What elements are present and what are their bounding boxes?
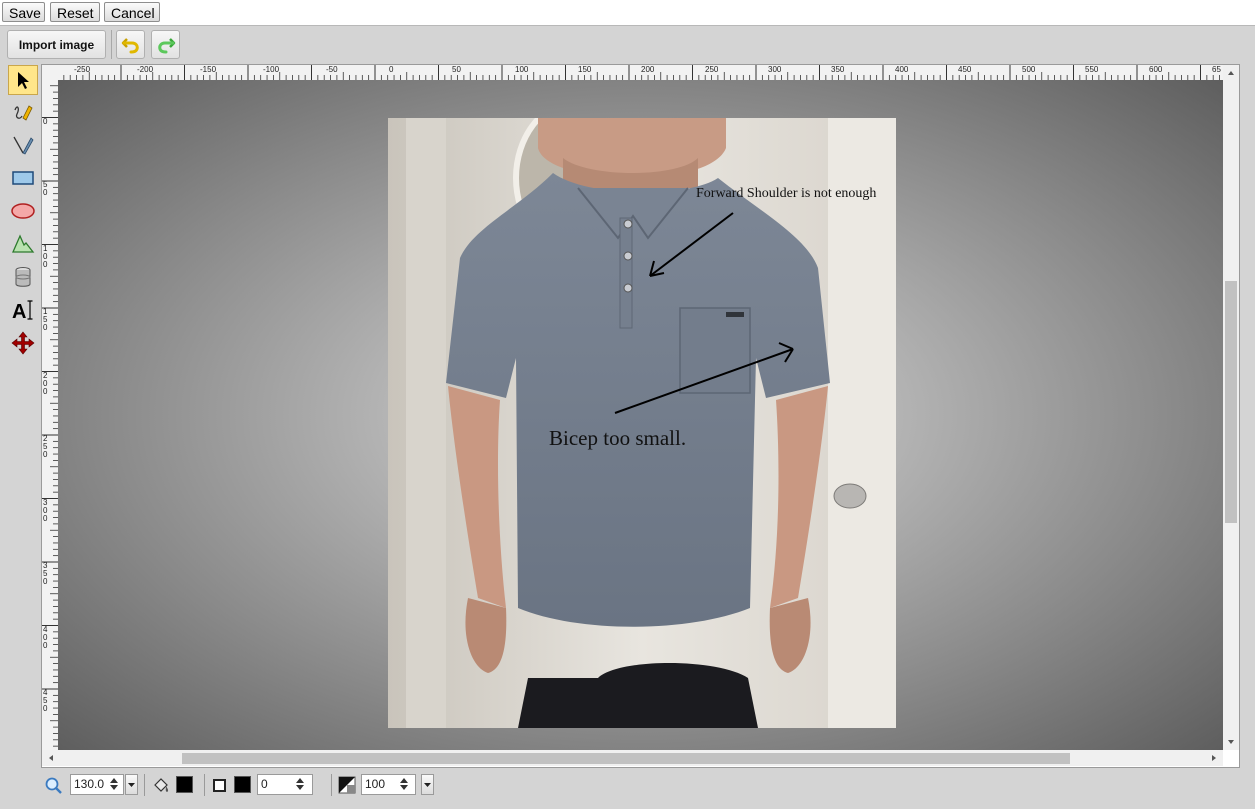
opacity-dropdown-button[interactable] (421, 774, 434, 795)
ruler-label: 4 5 0 (43, 688, 48, 713)
ruler-label: 1 5 0 (43, 307, 48, 332)
ruler-label: 250 (705, 65, 719, 74)
shoulder-arrow[interactable] (630, 205, 745, 290)
shoulder-annotation[interactable]: Forward Shoulder is not enough (696, 186, 876, 202)
zoom-icon (45, 777, 62, 794)
top-bar: Save Reset Cancel (0, 0, 1255, 26)
scroll-up-icon[interactable] (1223, 67, 1239, 79)
stroke-style-icon (213, 779, 226, 792)
cancel-button[interactable]: Cancel (104, 2, 160, 22)
fill-color-swatch[interactable] (176, 776, 193, 793)
ruler-label: 1 0 0 (43, 244, 48, 269)
save-button[interactable]: Save (2, 2, 45, 22)
text-icon: A (12, 300, 33, 322)
vertical-ruler: 0 5 0 1 0 0 1 5 0 2 0 0 2 5 0 3 0 0 3 5 … (42, 80, 59, 750)
undo-button[interactable] (116, 30, 145, 59)
chevron-down-icon (128, 783, 135, 787)
opacity-value: 100 (365, 777, 386, 791)
move-arrows-icon (11, 331, 35, 355)
ruler-label: 0 (43, 117, 48, 126)
move-tool-button[interactable] (8, 328, 38, 358)
reset-button[interactable]: Reset (50, 2, 100, 22)
fill-bucket-icon (154, 778, 169, 792)
ruler-label: -50 (326, 65, 338, 74)
horizontal-scroll-thumb[interactable] (182, 753, 1070, 764)
toolbar-divider (111, 30, 112, 59)
shape-library-tool-button[interactable] (8, 262, 38, 292)
tool-palette: A (5, 64, 41, 364)
stroke-width-stepper-icon[interactable] (294, 776, 306, 792)
redo-icon (157, 37, 175, 53)
ruler-label: 400 (895, 65, 909, 74)
bottom-divider (204, 774, 205, 796)
ruler-label: 4 0 0 (43, 625, 48, 650)
pencil-icon (14, 105, 33, 121)
bottom-divider (144, 774, 145, 796)
ruler-label: 600 (1149, 65, 1163, 74)
ruler-label: 2 0 0 (43, 371, 48, 396)
chevron-down-icon (424, 783, 431, 787)
ruler-label: 50 (452, 65, 461, 74)
import-image-button[interactable]: Import image (7, 30, 106, 59)
ruler-label: 3 5 0 (43, 561, 48, 586)
bottom-divider (331, 774, 332, 796)
pen-tool-button[interactable] (8, 130, 38, 160)
zoom-dropdown-button[interactable] (125, 774, 138, 795)
ellipse-tool-button[interactable] (8, 196, 38, 226)
select-tool-button[interactable] (8, 65, 38, 95)
undo-icon (121, 37, 139, 53)
scroll-left-icon[interactable] (45, 750, 57, 766)
main-toolbar (0, 26, 1255, 64)
ruler-label: 350 (831, 65, 845, 74)
ruler-label: 300 (768, 65, 782, 74)
horizontal-ruler: -250 -200 -150 -100 -50 0 50 100 150 200… (58, 65, 1223, 81)
rectangle-tool-button[interactable] (8, 163, 38, 193)
ruler-label: -150 (200, 65, 217, 74)
stroke-width-value: 0 (261, 777, 268, 791)
ruler-label: 200 (641, 65, 655, 74)
ruler-label: 0 (389, 65, 394, 74)
text-tool-button[interactable]: A (8, 295, 38, 325)
ruler-label: 100 (515, 65, 529, 74)
ruler-label: -250 (74, 65, 91, 74)
freehand-tool-button[interactable] (8, 97, 38, 127)
polygon-tool-button[interactable] (8, 229, 38, 259)
ruler-label: 500 (1022, 65, 1036, 74)
zoom-value: 130.0 (74, 777, 105, 791)
redo-button[interactable] (151, 30, 180, 59)
ruler-label: -100 (263, 65, 280, 74)
opacity-stepper-icon[interactable] (398, 776, 410, 792)
ruler-label: 65 (1212, 65, 1221, 74)
pointer-arrow-icon (18, 72, 29, 89)
opacity-icon (338, 776, 356, 794)
ruler-label: 550 (1085, 65, 1099, 74)
bicep-arrow[interactable] (605, 335, 805, 420)
ruler-label: 3 0 0 (43, 498, 48, 523)
pen-icon (13, 136, 34, 155)
ruler-label: 450 (958, 65, 972, 74)
cylinder-icon (15, 267, 31, 287)
svg-text:A: A (12, 301, 26, 322)
vertical-scroll-thumb[interactable] (1225, 281, 1237, 523)
ellipse-icon (11, 203, 35, 219)
stroke-color-swatch[interactable] (234, 776, 251, 793)
zoom-stepper-icon[interactable] (108, 776, 120, 792)
ruler-label: -200 (137, 65, 154, 74)
ruler-label: 150 (578, 65, 592, 74)
rectangle-icon (12, 171, 34, 185)
ruler-corner (42, 65, 58, 80)
polygon-icon (12, 234, 35, 253)
scroll-right-icon[interactable] (1208, 750, 1220, 766)
scroll-down-icon[interactable] (1223, 736, 1239, 748)
ruler-label: 2 5 0 (43, 434, 48, 459)
ruler-label: 5 0 (43, 180, 48, 197)
bicep-annotation[interactable]: Bicep too small. (549, 426, 686, 451)
